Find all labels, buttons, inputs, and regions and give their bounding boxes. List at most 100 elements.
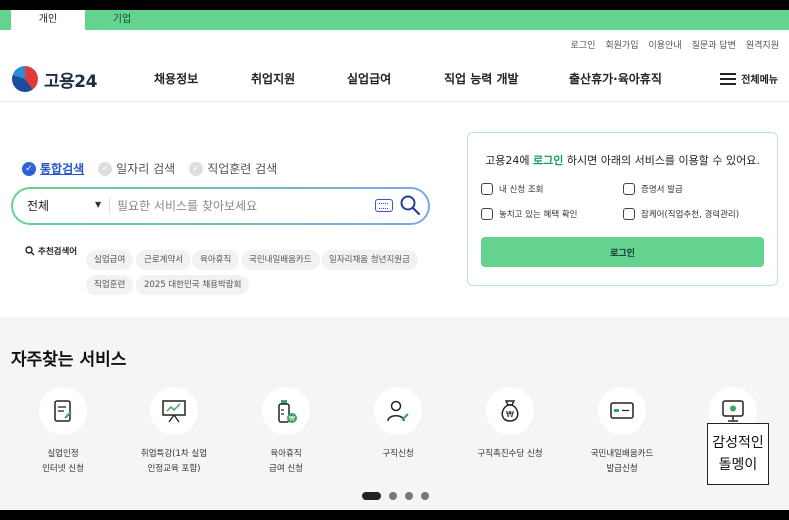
search-tabs: ✓ 통합검색 ✓ 일자리 검색 ✓ 직업훈련 검색: [22, 160, 277, 177]
frequent-services: 자주찾는 서비스 실업인정 인터넷 신청 취업특강(1차 실업 인정교육 포함)…: [0, 317, 789, 510]
service-icon-circle: ₩: [486, 387, 534, 435]
service-jobcare[interactable]: 잡케어(직업추천, 경력관리): [623, 208, 739, 220]
main-nav: 채용정보 취업지원 실업급여 직업 능력 개발 출산휴가·육아휴직: [0, 70, 789, 88]
keyword-chip[interactable]: 실업급여: [86, 250, 134, 270]
header-divider: [0, 101, 789, 102]
search-divider: [109, 198, 110, 214]
service-label: 증명서 발급: [641, 185, 683, 195]
tab-job-search[interactable]: ✓ 일자리 검색: [98, 160, 175, 177]
caret-down-icon[interactable]: ▼: [95, 200, 101, 209]
tab-training-search[interactable]: ✓ 직업훈련 검색: [189, 160, 277, 177]
qna-link[interactable]: 질문과 답변: [692, 38, 736, 51]
service-item-unemployment-recognition[interactable]: 실업인정 인터넷 신청: [8, 387, 118, 477]
carousel-dot[interactable]: [421, 492, 429, 500]
keyword-chip[interactable]: 육아휴직: [192, 250, 240, 270]
document-edit-icon: [54, 400, 72, 422]
search-category-select[interactable]: 전체: [27, 197, 49, 214]
tab-label: 일자리 검색: [116, 162, 176, 176]
check-icon: ✓: [22, 161, 36, 176]
search-icon: [25, 246, 35, 256]
carousel-dot-active[interactable]: [362, 492, 381, 500]
card-icon: [610, 402, 634, 419]
keyword-chip[interactable]: 직업훈련: [86, 275, 134, 295]
keyword-chip[interactable]: 국민내일배움카드: [241, 250, 320, 270]
service-my-applications[interactable]: 내 신청 조회: [481, 183, 544, 195]
user-type-bar: 개인 기업: [0, 10, 789, 30]
tab-label: 통합검색: [40, 162, 85, 176]
search-box: 전체 ▼: [11, 187, 430, 225]
service-label: 취업특강(1차 실업 인정교육 포함): [140, 449, 208, 474]
service-item-job-seeking[interactable]: 구직신청: [343, 387, 453, 462]
recommended-label: 추천검색어: [25, 245, 77, 257]
service-icon-circle: [374, 387, 422, 435]
service-label: 실업인정 인터넷 신청: [42, 449, 84, 474]
service-label: 국민내일배움카드 발급신청: [590, 449, 654, 474]
keyword-chip[interactable]: 근로계약서: [136, 250, 192, 270]
presentation-board-icon: [162, 400, 186, 423]
service-icon-circle: [39, 387, 87, 435]
service-label: 내 신청 조회: [499, 185, 544, 195]
service-item-job-lecture[interactable]: 취업특강(1차 실업 인정교육 포함): [119, 387, 229, 477]
printer-icon: [623, 183, 635, 195]
carousel-pagination: [362, 492, 429, 500]
utility-links: 로그인 회원가입 이용안내 질문과 답변 원격지원: [571, 38, 779, 51]
svg-text:₩: ₩: [289, 416, 295, 423]
nav-item-jobs[interactable]: 채용정보: [154, 70, 198, 87]
search-input[interactable]: [117, 195, 367, 217]
section-title: 자주찾는 서비스: [11, 350, 127, 370]
guide-link[interactable]: 이용안내: [648, 38, 681, 51]
service-benefit-check[interactable]: 놓치고 있는 혜택 확인: [481, 208, 578, 220]
recommended-label-text: 추천검색어: [38, 247, 78, 257]
monitor-icon: [722, 400, 744, 422]
tab-business[interactable]: 기업: [85, 10, 159, 30]
person-edit-icon: [387, 400, 409, 422]
search-box-inner: 전체 ▼: [13, 189, 428, 223]
title-text: 하시면 아래의 서비스를 이용할 수 있어요.: [563, 154, 760, 167]
page-frame: 개인 기업 로그인 회원가입 이용안내 질문과 답변 원격지원 고용24 채용정…: [0, 10, 789, 510]
list-icon: [481, 183, 493, 195]
nav-item-parental-leave[interactable]: 출산휴가·육아휴직: [569, 70, 662, 87]
remote-support-link[interactable]: 원격지원: [746, 38, 779, 51]
tab-integrated-search[interactable]: ✓ 통합검색: [22, 160, 84, 177]
gear-person-icon: [623, 208, 635, 220]
service-icon-circle: [598, 387, 646, 435]
svg-text:₩: ₩: [506, 410, 514, 419]
title-text: 고용24에: [485, 154, 533, 167]
nav-item-vocational-training[interactable]: 직업 능력 개발: [444, 70, 519, 87]
login-card: 고용24에 로그인 하시면 아래의 서비스를 이용할 수 있어요. 내 신청 조…: [467, 132, 778, 286]
service-item-job-promotion-allowance[interactable]: ₩ 구직촉진수당 신청: [455, 387, 565, 462]
all-menu-button[interactable]: 전체메뉴: [720, 71, 778, 86]
watermark-stamp: 감성적인 돌멩이: [707, 423, 769, 485]
tab-personal[interactable]: 개인: [11, 10, 85, 30]
document-search-icon: [481, 208, 493, 220]
service-icon-circle: ₩: [262, 387, 310, 435]
login-card-title: 고용24에 로그인 하시면 아래의 서비스를 이용할 수 있어요.: [468, 152, 777, 168]
hamburger-icon: [720, 72, 737, 85]
carousel-dot[interactable]: [405, 492, 413, 500]
virtual-keyboard-icon[interactable]: [375, 199, 393, 212]
service-icon-circle: [150, 387, 198, 435]
keyword-chip[interactable]: 2025 대한민국 채용박람회: [136, 275, 250, 295]
service-label: 구직촉진수당 신청: [477, 449, 543, 459]
carousel-dot[interactable]: [389, 492, 397, 500]
service-label: 육아휴직 급여 신청: [269, 449, 303, 474]
service-label: 놓치고 있는 혜택 확인: [499, 210, 578, 220]
signup-link[interactable]: 회원가입: [605, 38, 638, 51]
service-certificate[interactable]: 증명서 발급: [623, 183, 683, 195]
service-label: 잡케어(직업추천, 경력관리): [641, 210, 740, 220]
login-inline-link[interactable]: 로그인: [533, 154, 563, 167]
service-item-learning-card[interactable]: 국민내일배움카드 발급신청: [567, 387, 677, 477]
check-icon: ✓: [98, 161, 113, 176]
service-item-parental-leave-benefit[interactable]: ₩ 육아휴직 급여 신청: [231, 387, 341, 477]
nav-item-employment-support[interactable]: 취업지원: [251, 70, 295, 87]
tab-label: 직업훈련 검색: [207, 162, 278, 176]
baby-bottle-icon: ₩: [278, 400, 297, 423]
nav-item-unemployment-benefit[interactable]: 실업급여: [347, 70, 391, 87]
service-label: 구직신청: [382, 449, 414, 459]
all-menu-label: 전체메뉴: [741, 75, 778, 86]
login-link[interactable]: 로그인: [571, 38, 596, 51]
search-icon[interactable]: [399, 194, 421, 216]
login-button[interactable]: 로그인: [481, 237, 764, 267]
check-icon: ✓: [189, 161, 204, 176]
keyword-chip[interactable]: 일자리채움 청년지원금: [321, 250, 418, 270]
